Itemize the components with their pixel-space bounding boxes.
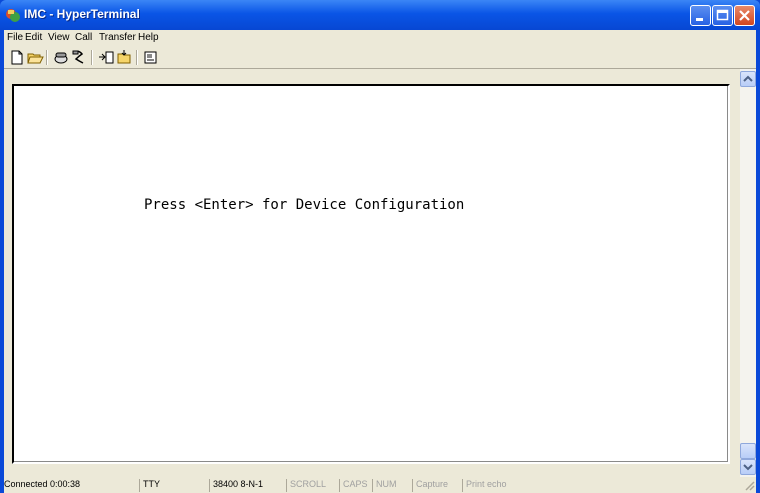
resize-grip-icon[interactable] [743,479,755,491]
hyperterminal-window: IMC - HyperTerminal File Edit View Call … [0,0,760,493]
menu-call[interactable]: Call [75,32,92,43]
toolbar-separator [46,50,48,65]
menu-edit[interactable]: Edit [25,32,42,43]
properties-icon[interactable] [142,49,160,66]
minimize-button[interactable] [690,5,711,26]
status-port-settings: 38400 8-N-1 [209,479,263,492]
toolbar [4,47,756,69]
status-emulation: TTY [139,479,160,492]
terminal-output: Press <Enter> for Device Configuration [144,197,465,213]
maximize-button[interactable] [712,5,733,26]
menu-view[interactable]: View [48,32,70,43]
toolbar-separator [136,50,138,65]
new-connection-icon[interactable] [8,49,26,66]
menu-bar: File Edit View Call Transfer Help [4,30,756,47]
menu-file[interactable]: File [7,32,23,43]
scroll-down-button[interactable] [740,459,756,475]
status-bar: Connected 0:00:38 TTY 38400 8-N-1 SCROLL… [4,477,756,493]
menu-transfer[interactable]: Transfer [99,32,136,43]
menu-help[interactable]: Help [138,32,159,43]
terminal-screen[interactable]: Press <Enter> for Device Configuration [12,84,730,464]
close-button[interactable] [734,5,755,26]
chevron-up-icon [743,75,753,82]
status-scroll: SCROLL [286,479,326,492]
send-icon[interactable] [97,49,115,66]
chevron-down-icon [743,464,753,471]
status-num: NUM [372,479,397,492]
receive-icon[interactable] [115,49,133,66]
disconnect-icon[interactable] [70,49,88,66]
connect-icon[interactable] [52,49,70,66]
maximize-icon [716,9,729,21]
minimize-icon [696,18,703,21]
scroll-up-button[interactable] [740,71,756,87]
toolbar-separator [91,50,93,65]
status-print-echo: Print echo [462,479,507,492]
close-icon [739,10,750,21]
status-caps: CAPS [339,479,368,492]
status-connected: Connected 0:00:38 [4,479,81,489]
terminal-area: Press <Enter> for Device Configuration [4,69,756,477]
status-capture: Capture [412,479,448,492]
scroll-thumb[interactable] [740,443,756,459]
open-icon[interactable] [26,49,44,66]
title-bar[interactable]: IMC - HyperTerminal [0,0,760,30]
window-title: IMC - HyperTerminal [24,7,140,21]
vertical-scrollbar[interactable] [740,69,756,477]
hyperterminal-app-icon[interactable] [5,7,21,23]
